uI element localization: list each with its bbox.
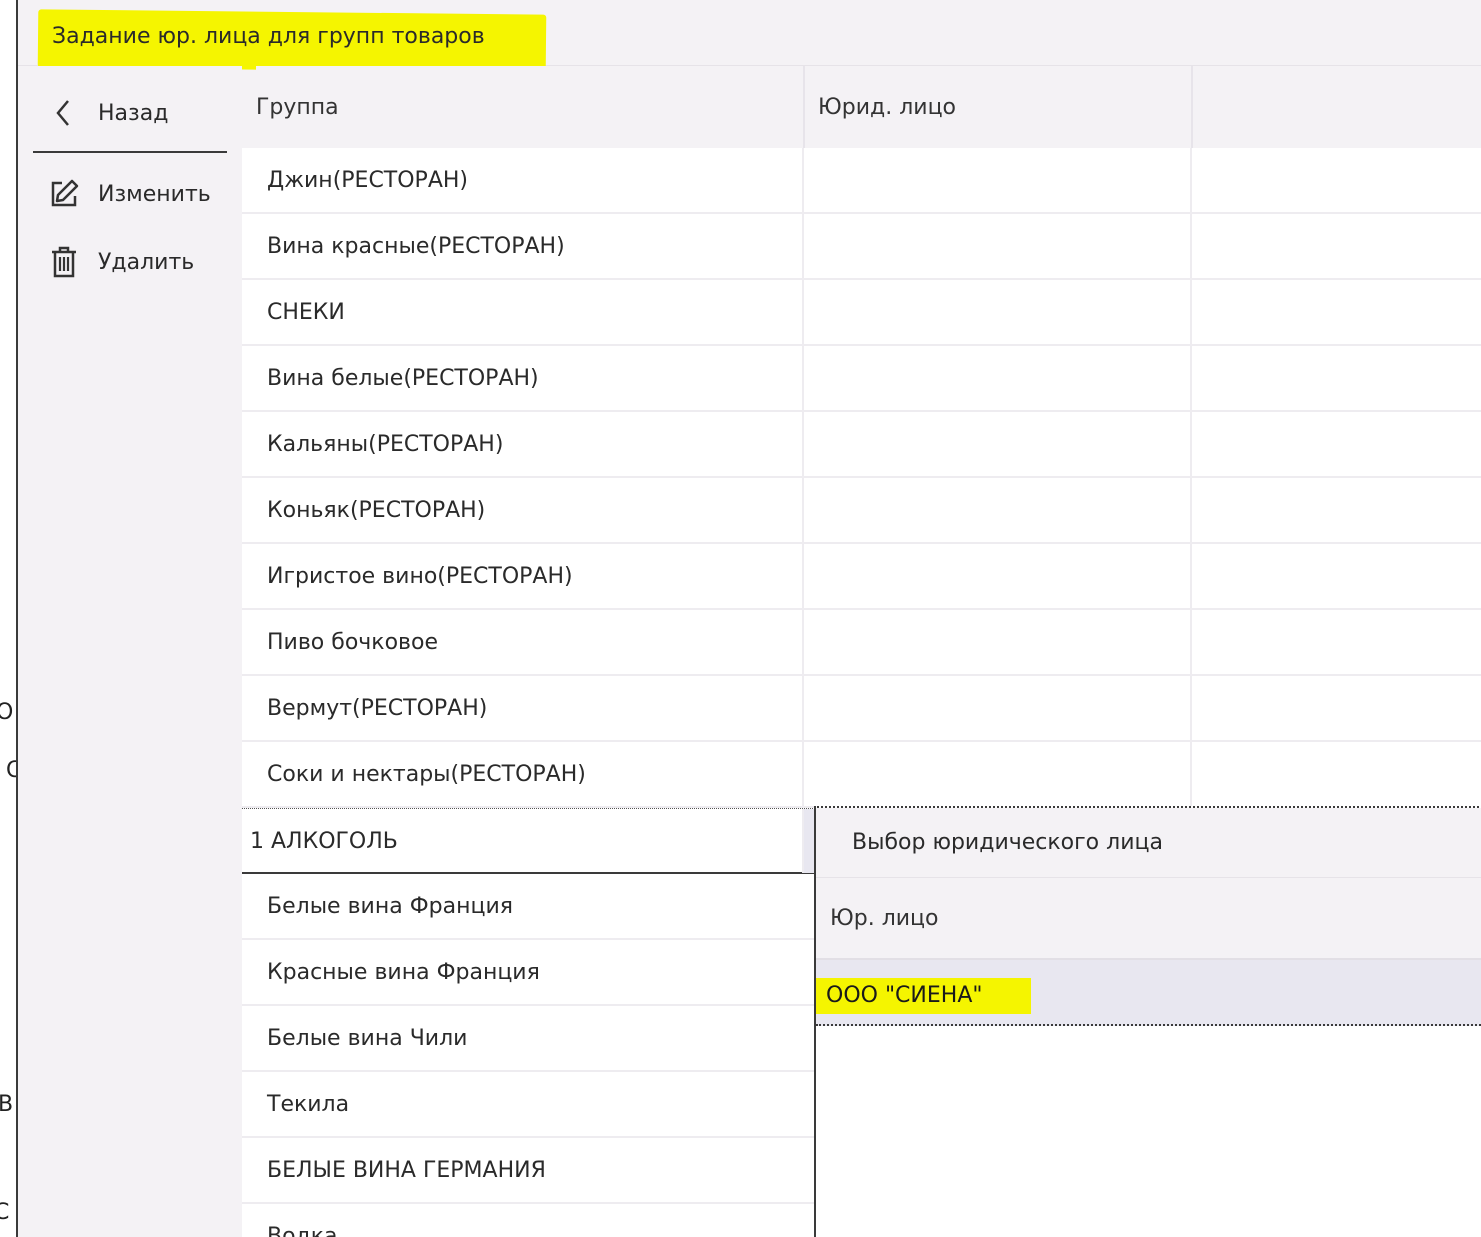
group-name-cell: БЕЛЫЕ ВИНА ГЕРМАНИЯ bbox=[267, 1157, 546, 1183]
title-bar: Задание юр. лица для групп товаров bbox=[18, 9, 1481, 73]
background-window: О С В С bbox=[0, 0, 21, 1237]
trash-icon bbox=[46, 244, 82, 280]
extra-cell bbox=[1192, 280, 1481, 344]
legal-entity-cell[interactable] bbox=[804, 412, 1192, 476]
table-row[interactable]: Вина белые(РЕСТОРАН) bbox=[242, 346, 1481, 412]
group-name-cell: Пиво бочковое bbox=[242, 610, 804, 674]
legal-entity-option[interactable]: ООО "СИЕНА" bbox=[816, 960, 1481, 1026]
back-label: Назад bbox=[98, 100, 169, 126]
picker-column-header[interactable]: Юр. лицо bbox=[816, 878, 1481, 960]
window-title: Задание юр. лица для групп товаров bbox=[52, 24, 485, 49]
extra-cell bbox=[1192, 742, 1481, 806]
extra-cell bbox=[1192, 148, 1481, 212]
column-header-group[interactable]: Группа bbox=[256, 66, 804, 148]
legal-entity-cell[interactable] bbox=[804, 346, 1192, 410]
legal-entity-assignment-window: Задание юр. лица для групп товаров Назад… bbox=[18, 0, 1481, 1237]
group-name-cell: Белые вина Франция bbox=[267, 893, 513, 919]
table-row[interactable]: Коньяк(РЕСТОРАН) bbox=[242, 478, 1481, 544]
group-name-cell: СНЕКИ bbox=[242, 280, 804, 344]
table-row[interactable]: Кальяны(РЕСТОРАН) bbox=[242, 412, 1481, 478]
table-row[interactable]: Пиво бочковое bbox=[242, 610, 1481, 676]
group-name-cell: Джин(РЕСТОРАН) bbox=[242, 148, 804, 212]
group-name-cell: Коньяк(РЕСТОРАН) bbox=[242, 478, 804, 542]
legal-entity-cell[interactable] bbox=[804, 214, 1192, 278]
legal-entity-cell[interactable] bbox=[804, 148, 1192, 212]
extra-cell bbox=[1192, 610, 1481, 674]
extra-cell bbox=[1192, 412, 1481, 476]
group-name-cell: Красные вина Франция bbox=[267, 959, 540, 985]
group-name-cell: Вина красные(РЕСТОРАН) bbox=[242, 214, 804, 278]
back-button[interactable]: Назад bbox=[46, 88, 226, 138]
extra-cell bbox=[1192, 346, 1481, 410]
legal-entity-cell[interactable] bbox=[804, 610, 1192, 674]
background-text-fragment: О bbox=[0, 700, 14, 725]
sidebar: Назад Изменить Удалить bbox=[18, 66, 242, 1237]
extra-cell bbox=[1192, 676, 1481, 740]
group-name-cell: Белые вина Чили bbox=[267, 1025, 468, 1051]
legal-entity-cell[interactable] bbox=[804, 676, 1192, 740]
extra-cell bbox=[1192, 214, 1481, 278]
group-name-cell: Водка bbox=[267, 1223, 338, 1237]
table-row[interactable]: СНЕКИ bbox=[242, 280, 1481, 346]
table-row[interactable]: Вина красные(РЕСТОРАН) bbox=[242, 214, 1481, 280]
edit-icon bbox=[46, 176, 82, 212]
group-name-cell: Текила bbox=[267, 1091, 350, 1117]
table-row[interactable]: Соки и нектары(РЕСТОРАН) bbox=[242, 742, 1481, 808]
legal-entity-cell[interactable] bbox=[804, 280, 1192, 344]
group-name-cell: Вина белые(РЕСТОРАН) bbox=[242, 346, 804, 410]
edit-button[interactable]: Изменить bbox=[46, 169, 226, 219]
table-row[interactable]: Вермут(РЕСТОРАН) bbox=[242, 676, 1481, 742]
table-row[interactable]: Игристое вино(РЕСТОРАН) bbox=[242, 544, 1481, 610]
legal-entity-option-label: ООО "СИЕНА" bbox=[826, 983, 983, 1008]
chevron-left-icon bbox=[46, 95, 82, 131]
delete-button[interactable]: Удалить bbox=[46, 237, 226, 287]
group-name-cell: Игристое вино(РЕСТОРАН) bbox=[242, 544, 804, 608]
legal-entity-cell[interactable] bbox=[804, 544, 1192, 608]
screen: О С В С Задание юр. лица для групп товар… bbox=[0, 0, 1481, 1237]
background-text-fragment: С bbox=[0, 1200, 10, 1225]
legal-entity-picker: Выбор юридического лица Юр. лицо ООО "СИ… bbox=[814, 806, 1481, 1237]
group-name-cell: 1 АЛКОГОЛЬ bbox=[242, 809, 804, 873]
picker-title: Выбор юридического лица bbox=[816, 808, 1481, 878]
extra-cell bbox=[1192, 544, 1481, 608]
legal-entity-cell[interactable] bbox=[804, 478, 1192, 542]
edit-label: Изменить bbox=[98, 181, 211, 207]
group-name-cell: Вермут(РЕСТОРАН) bbox=[242, 676, 804, 740]
column-header-extra[interactable] bbox=[1194, 66, 1481, 148]
column-header-legal-entity[interactable]: Юрид. лицо bbox=[818, 66, 1192, 148]
group-name-cell: Соки и нектары(РЕСТОРАН) bbox=[242, 742, 804, 806]
sidebar-separator bbox=[33, 151, 227, 153]
extra-cell bbox=[1192, 478, 1481, 542]
group-name-cell: Кальяны(РЕСТОРАН) bbox=[242, 412, 804, 476]
delete-label: Удалить bbox=[98, 249, 195, 275]
table-row[interactable]: Джин(РЕСТОРАН) bbox=[242, 148, 1481, 214]
legal-entity-cell[interactable] bbox=[804, 742, 1192, 806]
background-text-fragment: В bbox=[0, 1092, 14, 1117]
